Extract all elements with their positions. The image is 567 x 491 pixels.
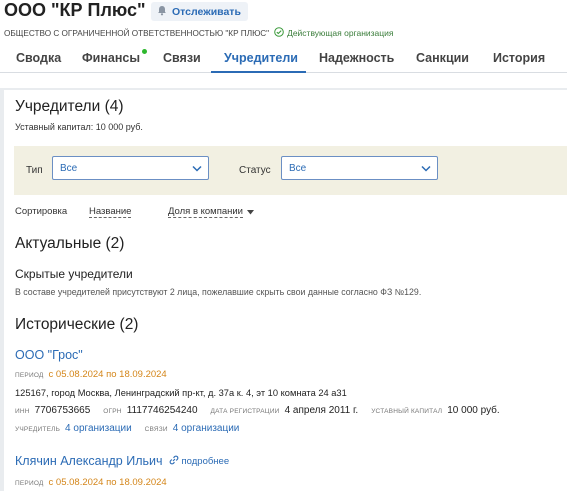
inn-label: инн [15,408,30,415]
tabs-bar: Сводка Финансы Связи Учредители Надежнос… [0,43,567,73]
bell-icon [157,5,167,19]
sort-label: Сортировка [15,206,68,217]
founders-capital: Уставный капитал: 10 000 руб. [15,122,143,132]
sort-by-share-label: Доля в компании [168,206,243,218]
follow-button[interactable]: Отслеживать [151,2,248,21]
hidden-founders-note: В составе учредителей присутствуют 2 лиц… [15,287,422,297]
tab-summary[interactable]: Сводка [16,51,61,65]
type-filter-select[interactable]: Все [52,156,209,180]
tab-founders[interactable]: Учредители [224,51,298,65]
tab-reliability[interactable]: Надежность [319,51,394,65]
founder-person-row: Клячин Александр Ильич подробнее [15,454,229,468]
finance-update-dot [142,49,147,54]
follow-button-label: Отслеживать [172,5,241,18]
more-details-link[interactable]: подробнее [169,455,230,468]
period-label: период [15,480,44,487]
capital-label: уставный капитал [371,408,443,415]
more-details-label: подробнее [181,455,230,467]
company-header: ООО "КР Плюс" Отслеживать ОБЩЕСТВО С ОГР… [0,0,567,88]
historic-founders-title: Исторические (2) [15,316,139,333]
links-link[interactable]: 4 организации [173,423,240,434]
capital-value: 10 000 руб. [447,405,500,416]
tab-links[interactable]: Связи [163,51,201,65]
period-value: с 05.08.2024 по 18.09.2024 [48,369,167,380]
founder-link-gros[interactable]: ООО "Грос" [15,348,83,362]
founder-of-label: учредитель [15,426,61,433]
inn-value: 7706753665 [34,405,91,416]
ogrn-value: 1117746254240 [126,405,198,416]
caret-down-icon [247,207,254,218]
type-filter-label: Тип [26,165,43,176]
tab-finance[interactable]: Финансы [82,51,140,65]
tab-sanctions[interactable]: Санкции [416,51,469,65]
chevron-down-icon [421,164,431,175]
status-text: Действующая организация [287,28,394,38]
status-badge: Действующая организация [274,27,393,39]
sort-by-share[interactable]: Доля в компании [168,206,254,218]
active-tab-indicator [211,71,306,73]
status-filter-select[interactable]: Все [281,156,438,180]
tab-history[interactable]: История [493,51,545,65]
founders-panel: Учредители (4) Уставный капитал: 10 000 … [4,90,567,491]
company-title: ООО "КР Плюс" [4,0,146,20]
status-filter-label: Статус [239,165,271,176]
founder-link-klyachin[interactable]: Клячин Александр Ильич [15,454,163,468]
link-icon [169,455,179,468]
company-full-name: ОБЩЕСТВО С ОГРАНИЧЕННОЙ ОТВЕТСТВЕННОСТЬЮ… [4,28,270,38]
type-filter-value: Все [60,163,78,174]
founder-address: 125167, город Москва, Ленинградский пр-к… [15,388,347,398]
sort-by-name[interactable]: Название [89,206,132,218]
reg-date-value: 4 апреля 2011 г. [284,405,359,416]
chevron-down-icon [192,164,202,175]
hidden-founders-title: Скрытые учредители [15,267,133,281]
check-circle-icon [274,27,284,39]
period-label: период [15,372,44,379]
links-label: связи [144,426,168,433]
period-value: с 05.08.2024 по 18.09.2024 [48,477,167,488]
filter-bar: Тип Все Статус Все [14,146,567,195]
ogrn-label: огрн [103,408,122,415]
current-founders-title: Актуальные (2) [15,235,125,252]
founder-of-link[interactable]: 4 организации [65,423,132,434]
founders-title: Учредители (4) [15,98,124,115]
status-filter-value: Все [289,163,307,174]
reg-date-label: дата регистрации [210,408,280,415]
